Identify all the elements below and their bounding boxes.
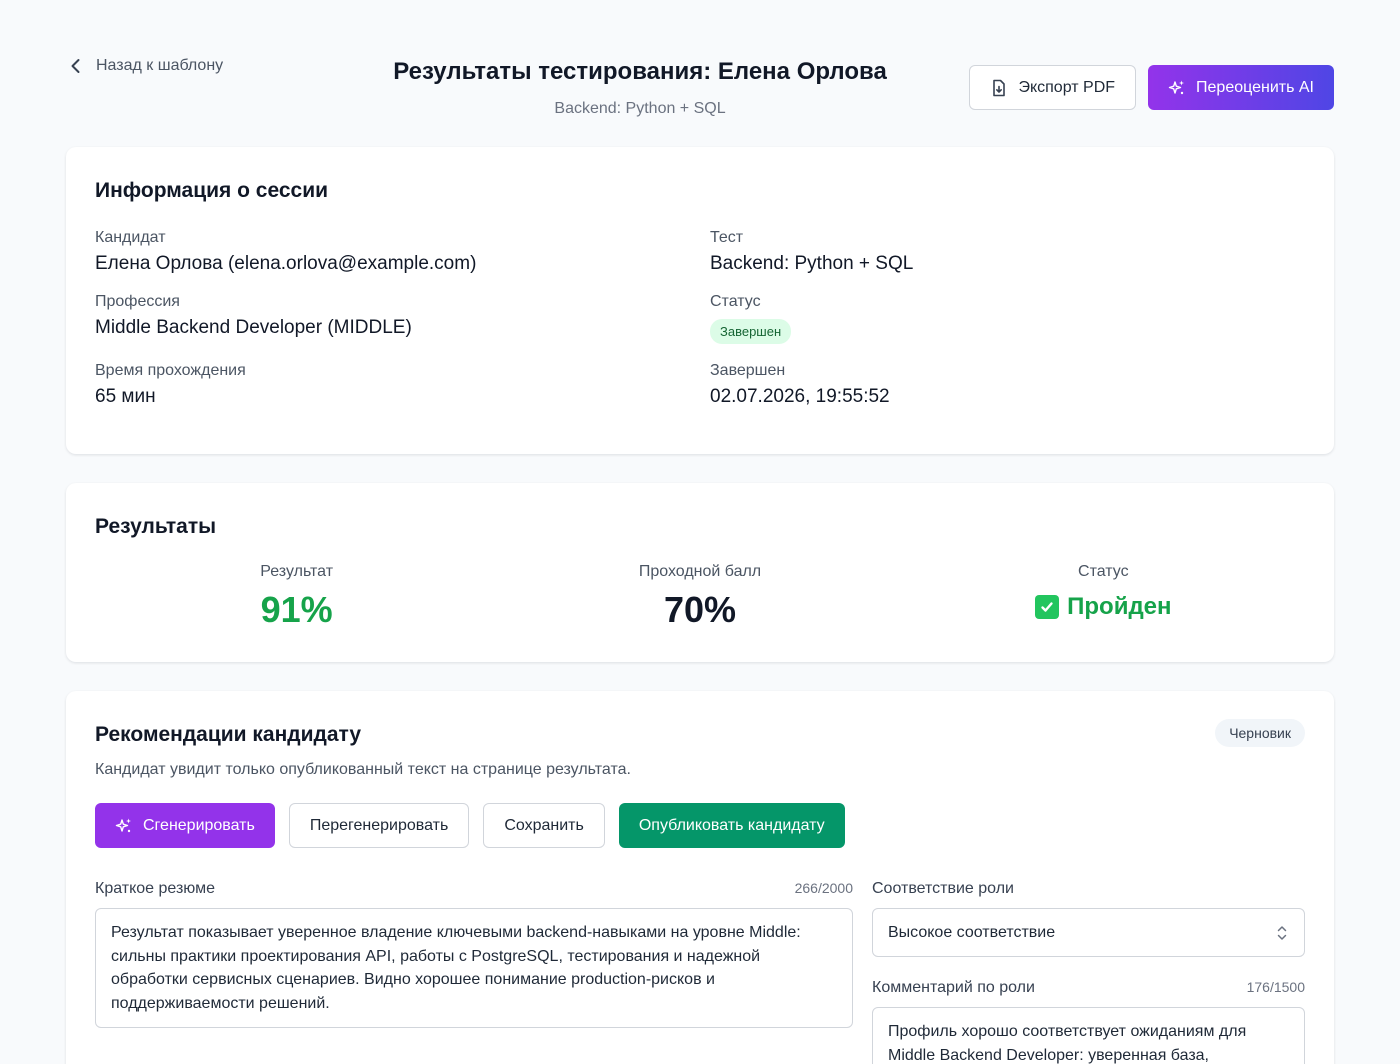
- generate-label: Сгенерировать: [143, 816, 255, 834]
- regenerate-button[interactable]: Перегенерировать: [288, 803, 470, 848]
- profession-field: Профессия Middle Backend Developer (MIDD…: [95, 293, 710, 344]
- check-mark-icon: [1035, 595, 1060, 619]
- candidate-value: Елена Орлова (elena.orlova@example.com): [95, 253, 477, 274]
- recommendations-title: Рекомендации кандидату: [95, 723, 362, 746]
- page-header: Назад к шаблону Результаты тестирования:…: [66, 56, 1334, 120]
- profession-value: Middle Backend Developer (MIDDLE): [95, 317, 412, 338]
- duration-field: Время прохождения 65 мин: [95, 362, 710, 408]
- role-comment-header: Комментарий по роли 176/1500: [872, 979, 1305, 997]
- role-match-value: Высокое соответствие: [888, 923, 1056, 941]
- test-field: Тест Backend: Python + SQL: [710, 229, 1305, 275]
- role-match-select[interactable]: Высокое соответствие: [872, 908, 1305, 957]
- score-block: Результат 91%: [95, 563, 498, 631]
- finished-field: Завершен 02.07.2026, 19:55:52: [710, 362, 1305, 408]
- back-link-label: Назад к шаблону: [96, 57, 224, 74]
- sparkles-icon: [115, 818, 131, 832]
- role-column: Соответствие роли Высокое соответствие К…: [872, 880, 1305, 1064]
- profession-label: Профессия: [95, 293, 180, 310]
- results-card: Результаты Результат 91% Проходной балл …: [66, 483, 1334, 662]
- recommendations-actions: Сгенерировать Перегенерировать Сохранить…: [95, 803, 1305, 848]
- file-download-icon: [993, 79, 1006, 96]
- result-status: Пройден: [1035, 593, 1172, 621]
- save-button[interactable]: Сохранить: [483, 803, 605, 848]
- result-status-value: Пройден: [1067, 593, 1172, 620]
- pass-score-value: 70%: [663, 589, 737, 630]
- test-value: Backend: Python + SQL: [710, 253, 914, 274]
- role-match-label: Соответствие роли: [872, 880, 1014, 897]
- test-label: Тест: [710, 229, 744, 246]
- generate-button[interactable]: Сгенерировать: [95, 803, 275, 848]
- status-badge: Завершен: [710, 319, 792, 344]
- candidate-label: Кандидат: [95, 229, 166, 246]
- finished-value: 02.07.2026, 19:55:52: [710, 386, 890, 407]
- publish-button[interactable]: Опубликовать кандидату: [618, 803, 845, 848]
- score-label: Результат: [260, 563, 334, 580]
- header-actions: Экспорт PDF Переоценить AI: [969, 65, 1334, 110]
- summary-column: Краткое резюме 266/2000 Результат показы…: [95, 880, 853, 1064]
- summary-textarea[interactable]: Результат показывает уверенное владение …: [95, 908, 853, 1028]
- summary-header: Краткое резюме 266/2000: [95, 880, 853, 898]
- pass-score-label: Проходной балл: [638, 563, 762, 580]
- result-status-block: Статус Пройден: [902, 563, 1305, 631]
- back-link[interactable]: Назад к шаблону: [66, 56, 223, 76]
- summary-char-count: 266/2000: [794, 880, 853, 896]
- role-comment-char-count: 176/1500: [1246, 979, 1305, 995]
- result-status-label: Статус: [1078, 563, 1129, 580]
- export-pdf-button[interactable]: Экспорт PDF: [969, 65, 1137, 110]
- recommendations-card: Рекомендации кандидату Черновик Кандидат…: [66, 691, 1334, 1064]
- finished-label: Завершен: [710, 362, 786, 379]
- recommendations-description: Кандидат увидит только опубликованный те…: [95, 761, 631, 778]
- session-info-title: Информация о сессии: [95, 179, 329, 202]
- results-row: Результат 91% Проходной балл 70% Статус …: [95, 563, 1305, 631]
- role-match-header: Соответствие роли: [872, 880, 1305, 898]
- duration-label: Время прохождения: [95, 362, 246, 379]
- chevron-left-icon: [71, 59, 80, 73]
- score-value: 91%: [260, 589, 333, 630]
- reassess-ai-button[interactable]: Переоценить AI: [1148, 65, 1334, 110]
- status-field: Статус Завершен: [710, 293, 1305, 344]
- chevron-up-down-icon: [1277, 925, 1287, 940]
- session-info-grid: Кандидат Елена Орлова (elena.orlova@exam…: [95, 229, 1305, 408]
- summary-label: Краткое резюме: [95, 880, 216, 897]
- results-title: Результаты: [95, 515, 217, 538]
- recommendations-fields: Краткое резюме 266/2000 Результат показы…: [95, 880, 1305, 1064]
- export-pdf-label: Экспорт PDF: [1018, 78, 1116, 96]
- role-comment-label: Комментарий по роли: [872, 979, 1035, 996]
- pass-score-block: Проходной балл 70%: [498, 563, 901, 631]
- recommendations-header: Рекомендации кандидату Черновик: [95, 719, 1305, 747]
- role-comment-textarea[interactable]: Профиль хорошо соответствует ожиданиям д…: [872, 1007, 1305, 1064]
- status-label: Статус: [710, 293, 761, 310]
- sparkles-icon: [1168, 80, 1185, 94]
- draft-badge: Черновик: [1215, 719, 1305, 747]
- reassess-ai-label: Переоценить AI: [1196, 78, 1314, 96]
- candidate-field: Кандидат Елена Орлова (elena.orlova@exam…: [95, 229, 710, 275]
- duration-value: 65 мин: [95, 386, 156, 407]
- session-info-card: Информация о сессии Кандидат Елена Орлов…: [66, 147, 1334, 454]
